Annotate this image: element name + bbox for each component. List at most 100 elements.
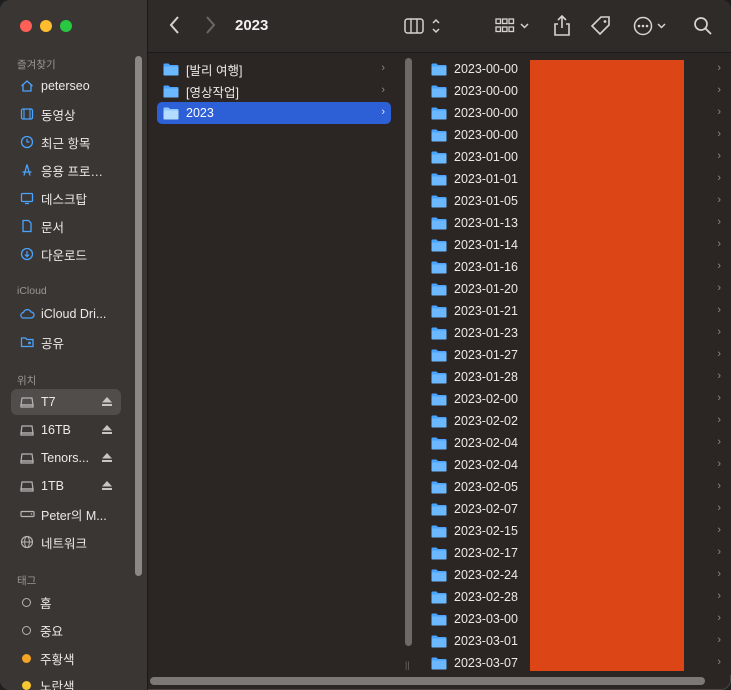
folder-icon bbox=[431, 437, 447, 450]
redaction-block bbox=[530, 60, 684, 671]
folder-icon bbox=[431, 195, 447, 208]
sidebar-item-tag-home[interactable]: 홈 bbox=[11, 589, 121, 615]
back-icon[interactable] bbox=[168, 14, 182, 41]
folder-icon bbox=[431, 547, 447, 560]
chevron-right-icon: › bbox=[717, 414, 721, 426]
folder-name: 2023-01-00 bbox=[454, 150, 518, 164]
share-icon[interactable] bbox=[552, 14, 572, 43]
network-icon bbox=[19, 534, 35, 550]
tag-empty-icon bbox=[22, 597, 31, 607]
sidebar-item-label: iCloud Dri... bbox=[41, 307, 107, 321]
desktop-icon bbox=[19, 190, 35, 206]
column-scrollbar[interactable] bbox=[405, 58, 412, 646]
sidebar-item-documents[interactable]: 문서 bbox=[11, 213, 121, 239]
sidebar-item-movies[interactable]: 동영상 bbox=[11, 101, 121, 127]
folder-icon bbox=[431, 327, 447, 340]
horizontal-scrollbar[interactable] bbox=[150, 677, 705, 685]
sidebar-item-shared[interactable]: 공유 bbox=[11, 329, 121, 355]
folder-name: 2023-00-00 bbox=[454, 128, 518, 142]
chevron-right-icon: › bbox=[717, 194, 721, 206]
tag-icon[interactable] bbox=[589, 14, 613, 43]
chevron-right-icon: › bbox=[717, 370, 721, 382]
folder-name: 2023 bbox=[186, 106, 214, 120]
sidebar-item-tag-important[interactable]: 중요 bbox=[11, 617, 121, 643]
folder-icon bbox=[431, 63, 447, 76]
chevron-right-icon: › bbox=[717, 546, 721, 558]
chevron-right-icon: › bbox=[381, 62, 385, 74]
sidebar-item-recents[interactable]: 최근 항목 bbox=[11, 129, 121, 155]
column-resize-grip[interactable]: || bbox=[405, 660, 410, 670]
laptop-drive-icon bbox=[19, 506, 35, 522]
folder-icon bbox=[431, 305, 447, 318]
eject-icon[interactable] bbox=[101, 452, 113, 466]
folder-name: 2023-02-05 bbox=[454, 480, 518, 494]
window-controls bbox=[20, 20, 72, 32]
folder-icon bbox=[431, 657, 447, 670]
sidebar-scrollbar[interactable] bbox=[135, 56, 142, 576]
chevron-right-icon: › bbox=[717, 348, 721, 360]
folder-icon bbox=[431, 481, 447, 494]
close-button[interactable] bbox=[20, 20, 32, 32]
drive-icon bbox=[19, 478, 35, 494]
sidebar-item-peters-mac[interactable]: Peter의 M... bbox=[11, 501, 121, 527]
eject-icon[interactable] bbox=[101, 396, 113, 410]
sidebar-item-label: 중요 bbox=[40, 624, 64, 639]
window-title: 2023 bbox=[235, 17, 269, 34]
finder-window: 즐겨찾기 peterseo 동영상 최근 항목 응용 프로그램 데스크탑 문서 … bbox=[0, 0, 731, 690]
list-item[interactable]: [영상작업] › bbox=[157, 80, 391, 102]
eject-icon[interactable] bbox=[101, 480, 113, 494]
sidebar-item-tenors[interactable]: Tenors... bbox=[11, 445, 121, 471]
chevron-right-icon: › bbox=[717, 150, 721, 162]
sidebar-item-icloud-drive[interactable]: iCloud Dri... bbox=[11, 301, 121, 327]
forward-icon[interactable] bbox=[203, 14, 217, 41]
eject-icon[interactable] bbox=[101, 424, 113, 438]
minimize-button[interactable] bbox=[40, 20, 52, 32]
chevron-right-icon: › bbox=[717, 524, 721, 536]
sidebar-item-tag-yellow[interactable]: 노란색 bbox=[11, 672, 121, 690]
group-by-icon[interactable] bbox=[495, 14, 533, 43]
folder-icon bbox=[431, 503, 447, 516]
folder-name: 2023-02-04 bbox=[454, 436, 518, 450]
folder-name: 2023-02-15 bbox=[454, 524, 518, 538]
sidebar-item-downloads[interactable]: 다운로드 bbox=[11, 241, 121, 267]
sidebar-item-label: 응용 프로그램 bbox=[41, 164, 111, 179]
sidebar-item-home[interactable]: peterseo bbox=[11, 73, 121, 99]
sidebar: 즐겨찾기 peterseo 동영상 최근 항목 응용 프로그램 데스크탑 문서 … bbox=[0, 0, 148, 690]
tag-empty-icon bbox=[22, 625, 31, 635]
chevron-right-icon: › bbox=[717, 480, 721, 492]
sidebar-item-label: 공유 bbox=[41, 336, 65, 351]
search-icon[interactable] bbox=[692, 14, 714, 43]
folder-name: 2023-03-01 bbox=[454, 634, 518, 648]
sidebar-item-label: 다운로드 bbox=[41, 248, 88, 263]
sidebar-item-network[interactable]: 네트워크 bbox=[11, 529, 121, 555]
folder-icon bbox=[163, 85, 179, 98]
zoom-button[interactable] bbox=[60, 20, 72, 32]
folder-name: 2023-03-00 bbox=[454, 612, 518, 626]
sidebar-item-tag-orange[interactable]: 주황색 bbox=[11, 645, 121, 671]
list-item[interactable]: [발리 여행] › bbox=[157, 58, 391, 80]
sidebar-item-16tb[interactable]: 16TB bbox=[11, 417, 121, 443]
chevron-right-icon: › bbox=[717, 634, 721, 646]
folder-name: 2023-01-20 bbox=[454, 282, 518, 296]
folder-icon bbox=[163, 63, 179, 76]
shared-folder-icon bbox=[19, 334, 35, 350]
sidebar-item-label: Peter의 M... bbox=[41, 508, 107, 523]
sidebar-item-t7[interactable]: T7 bbox=[11, 389, 121, 415]
chevron-right-icon: › bbox=[381, 84, 385, 96]
column-view-icon[interactable] bbox=[404, 14, 444, 43]
folder-icon bbox=[431, 107, 447, 120]
list-item-selected[interactable]: 2023 › bbox=[157, 102, 391, 124]
folder-name: 2023-01-27 bbox=[454, 348, 518, 362]
more-actions-icon[interactable] bbox=[632, 14, 672, 43]
folder-name: 2023-01-28 bbox=[454, 370, 518, 384]
sidebar-item-applications[interactable]: 응용 프로그램 bbox=[11, 157, 121, 183]
chevron-right-icon: › bbox=[717, 128, 721, 140]
folder-icon bbox=[163, 107, 179, 120]
folder-name: 2023-00-00 bbox=[454, 84, 518, 98]
sidebar-item-label: 주황색 bbox=[40, 652, 75, 667]
sidebar-item-label: T7 bbox=[41, 395, 56, 409]
sidebar-item-1tb[interactable]: 1TB bbox=[11, 473, 121, 499]
chevron-right-icon: › bbox=[717, 282, 721, 294]
sidebar-item-desktop[interactable]: 데스크탑 bbox=[11, 185, 121, 211]
folder-icon bbox=[431, 613, 447, 626]
